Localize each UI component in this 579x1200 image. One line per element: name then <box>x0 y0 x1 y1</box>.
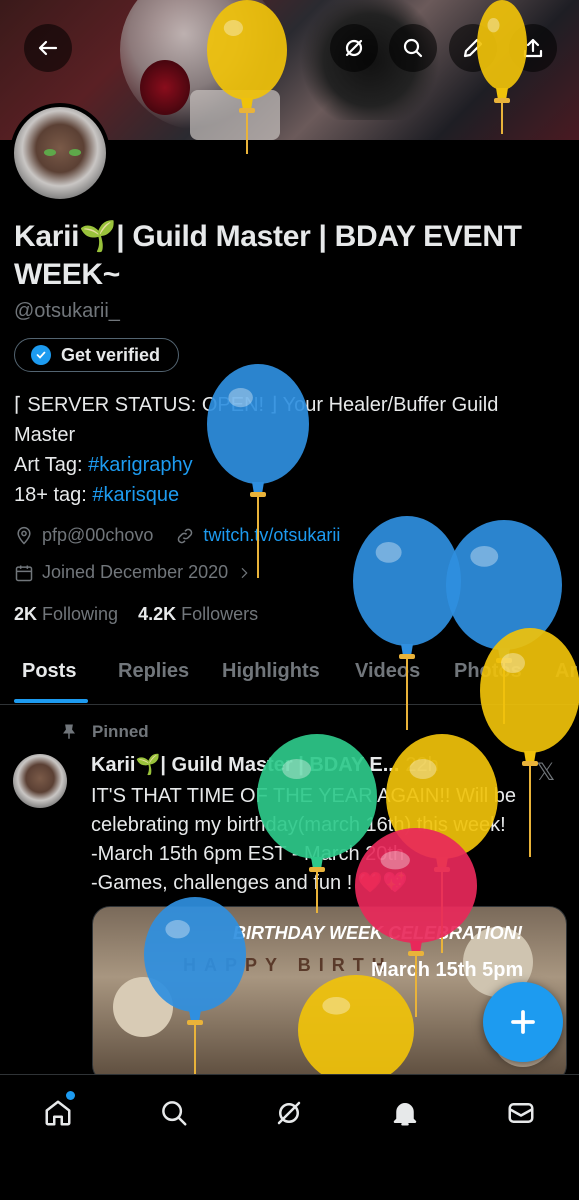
pinned-text: Pinned <box>92 722 149 741</box>
post-header: Karii🌱| Guild Master | BDAY E... 22h <box>91 752 571 777</box>
get-verified-label: Get verified <box>61 344 161 365</box>
followers-label: Followers <box>181 604 259 624</box>
followers-count: 4.2K <box>138 604 177 624</box>
verified-badge-icon <box>31 345 51 365</box>
chevron-right-icon <box>241 567 248 578</box>
bio-18-label: 18+ tag: <box>14 484 93 506</box>
share-icon <box>523 38 543 58</box>
following-label: Following <box>42 604 119 624</box>
post-author[interactable]: Karii🌱| Guild Master | BDAY E... <box>91 754 399 776</box>
search-icon <box>162 1101 187 1126</box>
tab-articles[interactable]: Ar <box>555 660 577 683</box>
bio: ⌈ SERVER STATUS: OPEN! ⌋ Your Healer/Buf… <box>14 390 564 510</box>
home-icon <box>45 1100 71 1126</box>
nav-messages[interactable] <box>501 1093 541 1133</box>
grok-button[interactable] <box>330 24 378 72</box>
search-icon <box>403 38 423 58</box>
tab-posts[interactable]: Posts <box>22 660 76 683</box>
followers-link[interactable]: 4.2K Followers <box>138 604 258 624</box>
tab-videos[interactable]: Videos <box>355 660 420 683</box>
media-date: March 15th 5pm <box>371 959 524 981</box>
nav-notifications[interactable] <box>385 1093 425 1133</box>
post-text: IT'S THAT TIME OF THE YEAR AGAIN!! Will … <box>91 782 571 898</box>
follow-counts: 2K Following 4.2K Followers <box>14 604 258 625</box>
edit-button[interactable] <box>449 24 497 72</box>
website-link[interactable]: twitch.tv/otsukarii <box>203 525 340 546</box>
media-art <box>113 977 173 1037</box>
bio-art-label: Art Tag: <box>14 454 89 476</box>
grok-icon <box>345 39 363 57</box>
post-avatar[interactable] <box>13 754 67 808</box>
profile-meta-row: pfp@00chovo twitch.tv/otsukarii <box>14 525 340 546</box>
handle: @otsukarii_ <box>14 300 120 322</box>
location-icon <box>17 526 31 545</box>
tab-replies[interactable]: Replies <box>118 660 189 683</box>
avatar-art <box>44 149 56 156</box>
post-text-line: -Games, challenges and fun ! ❤️💖 <box>91 872 408 894</box>
media-bunting: HAPPY BIRTH <box>183 955 393 975</box>
banner-art <box>190 90 280 140</box>
joined-row[interactable]: Joined December 2020 <box>14 562 252 583</box>
tab-highlights[interactable]: Highlights <box>222 660 320 683</box>
calendar-icon <box>15 565 33 581</box>
tab-photos[interactable]: Photos <box>454 660 522 683</box>
following-count: 2K <box>14 604 38 624</box>
avatar-art <box>69 149 81 156</box>
get-verified-button[interactable]: Get verified <box>14 338 180 372</box>
arrow-left-icon <box>38 40 58 56</box>
post-text-line: -March 15th 6pm EST - March 20th <box>91 843 405 865</box>
hashtag-link[interactable]: #karigraphy <box>88 454 193 476</box>
pinned-label: Pinned <box>60 722 149 742</box>
bio-status: ⌈ SERVER STATUS: OPEN! ⌋ Your Healer/Buf… <box>14 394 499 446</box>
mail-icon <box>508 1103 534 1123</box>
share-button[interactable] <box>509 24 557 72</box>
post-time: 22h <box>405 754 439 776</box>
post-text-line: IT'S THAT TIME OF THE YEAR AGAIN!! Will … <box>91 785 517 836</box>
profile-tabs: Posts Replies Highlights Videos Photos A… <box>0 646 579 705</box>
compose-button[interactable] <box>483 982 563 1062</box>
avatar[interactable] <box>10 103 110 203</box>
display-name: Karii🌱| Guild Master | BDAY EVENT WEEK~ <box>14 220 522 291</box>
banner-art <box>140 60 190 115</box>
location-text: pfp@00chovo <box>42 525 154 545</box>
bottom-nav <box>0 1074 579 1200</box>
grok-icon <box>277 1101 301 1125</box>
back-button[interactable] <box>24 24 72 72</box>
bell-icon <box>393 1103 417 1126</box>
hashtag-link[interactable]: #karisque <box>92 484 179 506</box>
link-icon <box>178 528 193 543</box>
notification-dot <box>66 1091 75 1100</box>
nav-explore[interactable] <box>154 1093 194 1133</box>
nav-grok[interactable] <box>269 1093 309 1133</box>
joined-text: Joined December 2020 <box>42 562 229 582</box>
pencil-icon <box>463 38 483 58</box>
search-button[interactable] <box>389 24 437 72</box>
media-title: BIRTHDAY WEEK CELEBRATION! <box>233 923 523 943</box>
following-link[interactable]: 2K Following <box>14 604 118 624</box>
plus-icon <box>511 1010 535 1034</box>
active-tab-indicator <box>14 699 88 703</box>
pin-icon <box>63 724 75 739</box>
